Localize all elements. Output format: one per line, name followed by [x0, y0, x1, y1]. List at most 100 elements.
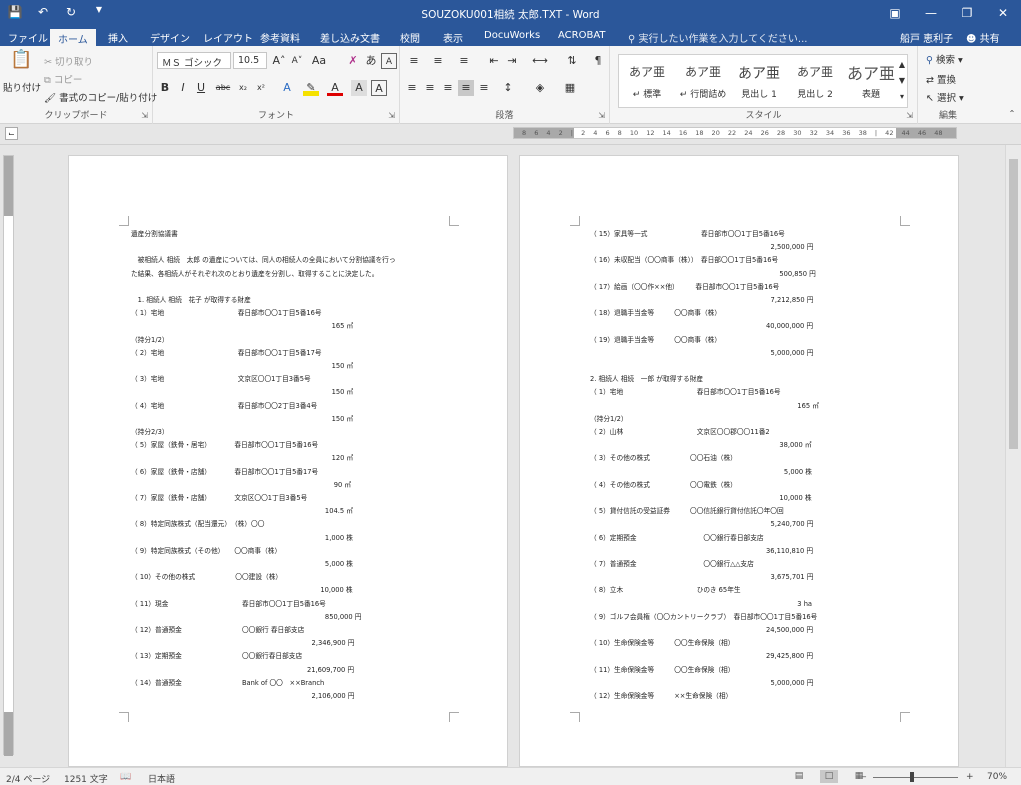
document-page-1[interactable]: 遺産分割協議書 被相続人 相続 太郎 の遺産については、同人の相続人の全員におい… [68, 155, 508, 767]
find-button[interactable]: ⚲ 検索 ▾ [926, 52, 963, 66]
document-page-2[interactable]: （ 15）家具等一式 春日部市〇〇1丁目5番16号 2,500,000 円 （ 1… [519, 155, 959, 767]
select-button[interactable]: ↖ 選択 ▾ [926, 90, 964, 104]
strikethrough-icon[interactable]: abc [215, 80, 231, 96]
document-line: 850,000 円 [131, 612, 362, 621]
distribute-icon[interactable]: ⟷ [532, 53, 548, 69]
font-color-icon[interactable]: A [327, 80, 343, 96]
document-line: 36,110,810 円 [590, 546, 814, 555]
word-count[interactable]: 1251 文字 [64, 772, 108, 785]
vertical-ruler[interactable] [0, 145, 17, 767]
format-painter-label: 書式のコピー/貼り付け [59, 93, 158, 104]
align-right-icon[interactable]: ≡ [440, 80, 456, 96]
bullets-icon[interactable]: ≡ [406, 53, 422, 69]
vertical-scrollbar[interactable] [1005, 145, 1021, 767]
share-button[interactable]: ☻ 共有 [966, 30, 1000, 45]
superscript-icon[interactable]: x² [253, 80, 269, 96]
tab-home[interactable]: ホーム [50, 29, 96, 46]
tab-view[interactable]: 表示 [443, 30, 463, 45]
line-spacing-icon[interactable]: ↕ [500, 80, 516, 96]
text-effects-icon[interactable]: A [279, 80, 295, 96]
proofing-icon[interactable]: 📖 [120, 772, 131, 782]
tab-layout[interactable]: レイアウト [203, 30, 253, 45]
tell-me-box[interactable]: ⚲ 実行したい作業を入力してください... [628, 30, 807, 45]
page-count[interactable]: 2/4 ページ [6, 772, 50, 785]
paste-button[interactable]: 貼り付け [3, 80, 41, 94]
char-shading-icon[interactable]: A [351, 80, 367, 96]
show-marks-icon[interactable]: ¶ [590, 53, 606, 69]
style-no-spacing[interactable]: あア亜 ↵ 行間詰め [675, 55, 731, 107]
distributed-align-icon[interactable]: ≡ [476, 80, 492, 96]
increase-indent-icon[interactable]: ⇥ [504, 53, 520, 69]
tab-docuworks[interactable]: DocuWorks [484, 30, 540, 41]
font-launcher-icon[interactable]: ⇲ [388, 111, 395, 120]
tab-mailings[interactable]: 差し込み文書 [320, 30, 380, 45]
print-layout-icon[interactable]: □ [820, 770, 838, 783]
grow-font-icon[interactable]: A˄ [271, 53, 287, 69]
multilevel-list-icon[interactable]: ≡ [456, 53, 472, 69]
close-icon[interactable]: ✕ [985, 0, 1021, 27]
italic-icon[interactable]: I [175, 80, 191, 96]
borders-icon[interactable]: ▦ [562, 80, 578, 96]
cut-button[interactable]: ✂ 切り取り [44, 54, 93, 68]
highlight-icon[interactable]: ✎ [303, 80, 319, 96]
align-center-icon[interactable]: ≡ [422, 80, 438, 96]
font-size-box[interactable]: 10.5 [233, 52, 267, 69]
bold-icon[interactable]: B [157, 80, 173, 96]
subscript-icon[interactable]: x₂ [235, 80, 251, 96]
tab-acrobat[interactable]: ACROBAT [558, 30, 606, 41]
collapse-ribbon-icon[interactable]: ⌃ [1004, 106, 1020, 122]
align-left-icon[interactable]: ≡ [404, 80, 420, 96]
tab-references[interactable]: 参考資料 [260, 30, 300, 45]
styles-scroll-down-icon[interactable]: ▼ [897, 73, 907, 89]
decrease-indent-icon[interactable]: ⇤ [486, 53, 502, 69]
styles-launcher-icon[interactable]: ⇲ [906, 111, 913, 120]
replace-button[interactable]: ⇄ 置換 [926, 72, 956, 86]
style-title[interactable]: あア亜 表題 [843, 55, 899, 107]
paste-icon[interactable]: 📋 [10, 51, 32, 74]
enclose-char-icon[interactable]: A [381, 53, 397, 69]
tab-design[interactable]: デザイン [150, 30, 190, 45]
maximize-icon[interactable]: ❐ [949, 0, 985, 27]
font-label: フォント [257, 111, 294, 121]
tab-review[interactable]: 校閲 [400, 30, 420, 45]
style-heading-1[interactable]: あア亜 見出し 1 [731, 55, 787, 107]
clear-format-icon[interactable]: ✗ [345, 53, 361, 69]
tab-selector-icon[interactable]: ⌙ [5, 127, 18, 140]
language[interactable]: 日本語 [148, 772, 175, 785]
document-line: （ 9）ゴルフ会員権（〇〇カントリークラブ） 春日部市〇〇1丁目5番16号 [590, 612, 818, 621]
scrollbar-thumb[interactable] [1009, 159, 1018, 449]
style-heading-2[interactable]: あア亜 見出し 2 [787, 55, 843, 107]
zoom-slider[interactable] [873, 777, 958, 778]
shrink-font-icon[interactable]: A˅ [289, 53, 305, 69]
styles-scroll-up-icon[interactable]: ▲ [897, 57, 907, 73]
underline-icon[interactable]: U [193, 80, 209, 96]
style-normal[interactable]: あア亜 ↵ 標準 [619, 55, 675, 107]
user-name[interactable]: 船戸 恵利子 [900, 30, 953, 45]
ribbon-display-options-icon[interactable]: ▣ [877, 0, 913, 27]
zoom-level[interactable]: 70% [987, 772, 1007, 782]
styles-more-icon[interactable]: ▾ [897, 89, 907, 105]
font-name-box[interactable]: ＭＳ ゴシック [157, 52, 231, 69]
tab-insert[interactable]: 挿入 [108, 30, 128, 45]
document-line: （ 15）家具等一式 春日部市〇〇1丁目5番16号 [590, 230, 785, 238]
justify-icon[interactable]: ≡ [458, 80, 474, 96]
read-mode-icon[interactable]: ▤ [790, 770, 808, 783]
zoom-out-icon[interactable]: – [862, 772, 867, 782]
tab-file[interactable]: ファイル [8, 30, 48, 45]
document-line: （ 6）定期預金 〇〇銀行春日部支店 [590, 533, 764, 542]
format-painter-button[interactable]: 🖌 書式のコピー/貼り付け [44, 90, 157, 104]
horizontal-ruler[interactable]: ⌙ 8 6 4 2 | 2 4 6 8 10 12 14 16 18 20 22… [0, 124, 1021, 145]
zoom-in-icon[interactable]: + [966, 772, 974, 782]
change-case-icon[interactable]: Aa [311, 53, 327, 69]
copy-button[interactable]: ⧉ コピー [44, 72, 82, 86]
clipboard-launcher-icon[interactable]: ⇲ [141, 111, 148, 120]
paragraph-launcher-icon[interactable]: ⇲ [598, 111, 605, 120]
char-border-icon[interactable]: A [371, 80, 387, 96]
shading-icon[interactable]: ◈ [532, 80, 548, 96]
crop-mark [449, 216, 459, 226]
zoom-slider-thumb[interactable] [910, 772, 914, 782]
sort-icon[interactable]: ⇅ [564, 53, 580, 69]
minimize-icon[interactable]: — [913, 0, 949, 27]
numbering-icon[interactable]: ≡ [430, 53, 446, 69]
phonetic-guide-icon[interactable]: あ [363, 53, 379, 69]
